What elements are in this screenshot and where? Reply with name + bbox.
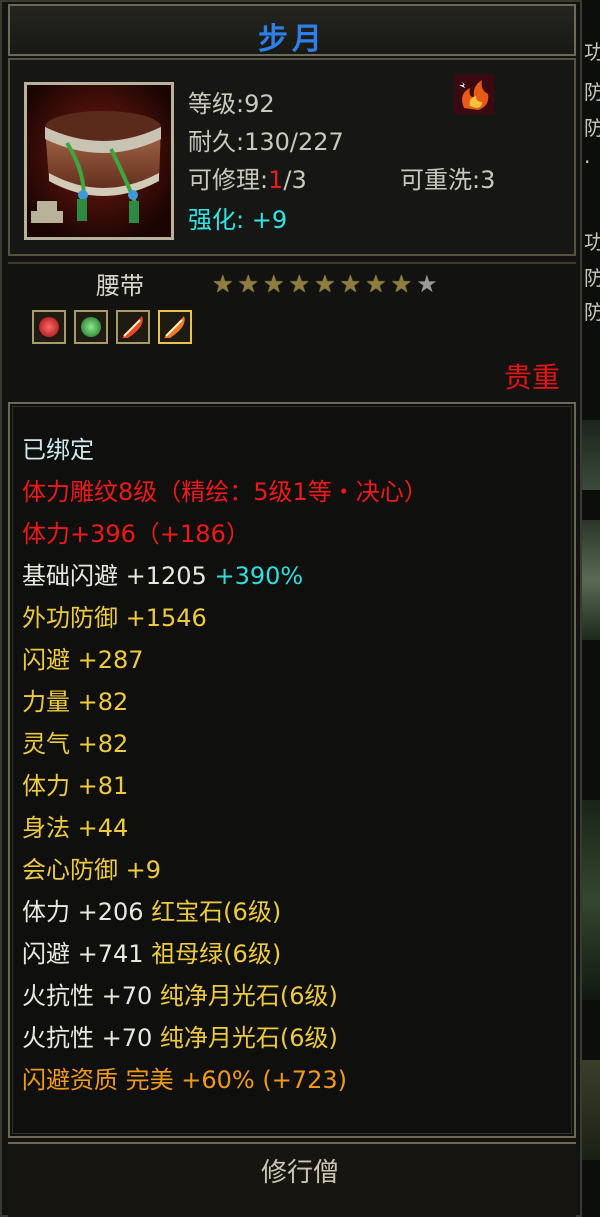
outer-defense-line: 外功防御 +1546 [22,604,207,632]
gem-bonus-line: 火抗性 +70 纯净月光石(6级) [22,1018,338,1053]
aptitude-line: 闪避资质 完美 +60% (+723) [22,1066,347,1094]
item-level: 等级:92 [188,90,275,118]
enhance-value: +9 [251,206,288,234]
gem-bonus-stat: 火抗性 +70 [22,1024,160,1052]
star-filled-icon: ★ [365,270,387,298]
star-filled-icon: ★ [212,270,234,298]
gem-bonus-name: 祖母绿(6级) [151,940,282,968]
edge-char: 防 [584,300,600,324]
gem-bonus-line: 体力 +206 红宝石(6级) [22,892,281,927]
background-image [582,520,600,640]
gem-bonus-name: 红宝石(6级) [151,898,282,926]
enhance-label: 强化: [188,206,245,234]
base-dodge-line: 基础闪避 +1205 +390% [22,556,303,591]
red-gem-icon[interactable] [32,310,66,344]
strength-line: 力量 +82 [22,688,129,716]
star-filled-icon: ★ [339,270,362,298]
item-enhance: 强化: +9 [188,200,287,235]
edge-char: 功 [584,40,600,64]
gem-bonus-line: 闪避 +741 祖母绿(6级) [22,934,281,969]
gem-bonus-line: 火抗性 +70 纯净月光石(6级) [22,976,338,1011]
base-dodge-bonus: +390% [214,562,304,590]
green-gem-icon[interactable] [74,310,108,344]
agility-line: 身法 +44 [22,814,129,842]
item-info-panel: 等级:92 耐久:130/227 可修理:1/3 可重洗:3 强化: +9 [8,58,576,256]
star-filled-icon: ★ [314,270,336,298]
star-empty-icon: ★ [416,270,438,298]
item-name: 步月 [258,22,326,57]
gem-bonus-name: 纯净月光石(6级) [159,982,338,1010]
background-image [582,420,600,490]
edge-char: · [584,150,591,174]
edge-char: 防 [584,80,600,104]
item-rewash: 可重洗:3 [400,166,496,194]
edge-char: 防 [584,116,600,140]
title-bar: 步月 [8,4,576,57]
repair-total: /3 [283,166,307,194]
stamina-main-line: 体力+396（+186） [22,520,250,548]
gem-bonus-stat: 闪避 +741 [22,940,152,968]
gem-bonus-stat: 体力 +206 [22,898,152,926]
edge-char: 防 [584,266,600,290]
dodge-line: 闪避 +287 [22,646,144,674]
star-rating: ★ ★ ★ ★ ★ ★ ★ ★ ★ [212,272,438,296]
repair-label: 可修理: [188,166,269,194]
item-durability: 耐久:130/227 [188,128,344,156]
edge-char: 功 [584,230,600,254]
star-filled-icon: ★ [263,270,285,298]
engrave-line: 体力雕纹8级（精绘：5级1等・决心） [22,478,428,506]
gem-slots [32,310,192,344]
flame-buff-icon[interactable] [454,74,494,114]
star-filled-icon: ★ [237,270,260,298]
bound-status: 已绑定 [22,436,94,464]
background-image [582,1060,600,1160]
item-type: 腰带 [96,272,144,300]
belt-item-icon [24,82,174,240]
star-filled-icon: ★ [390,270,413,298]
base-dodge-text: 基础闪避 +1205 [22,562,215,590]
stamina-line: 体力 +81 [22,772,129,800]
background-panel-edge: 功 防 防 · 功 防 防 [582,0,600,1217]
feather-gem-icon[interactable] [116,310,150,344]
crit-defense-line: 会心防御 +9 [22,856,162,884]
gem-bonus-name: 纯净月光石(6级) [159,1024,338,1052]
rarity-label: 贵重 [503,361,560,394]
gem-bonus-stat: 火抗性 +70 [22,982,160,1010]
item-repair: 可修理:1/3 [188,160,307,195]
background-image [582,800,600,1000]
class-requirement: 修行僧 [260,1158,339,1188]
spirit-line: 灵气 +82 [22,730,129,758]
repair-used: 1 [268,166,284,194]
feather-gem-gold-icon[interactable] [158,310,192,344]
star-filled-icon: ★ [288,270,311,298]
